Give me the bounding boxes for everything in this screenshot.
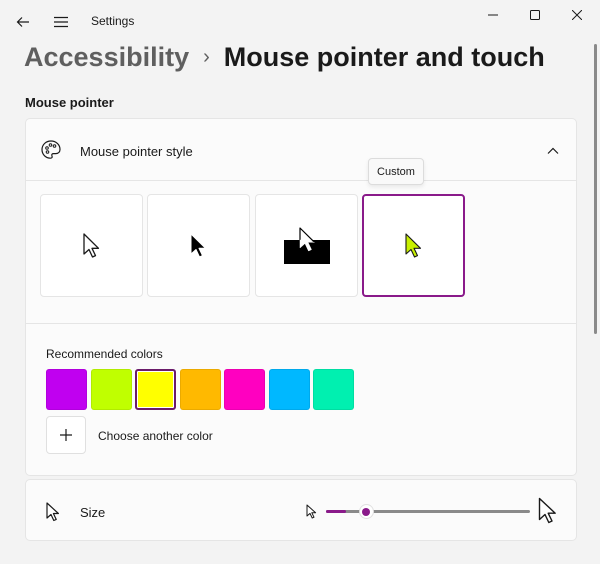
breadcrumb: Accessibility › Mouse pointer and touch [24, 42, 545, 73]
recommended-colors-label: Recommended colors [46, 347, 163, 361]
divider [26, 323, 576, 324]
white-pointer-icon [82, 232, 99, 258]
hamburger-icon [54, 16, 68, 28]
color-swatch[interactable] [313, 369, 354, 410]
color-swatch[interactable] [90, 369, 132, 410]
slider-fill [326, 510, 347, 513]
size-card: Size [25, 479, 577, 541]
breadcrumb-separator-icon: › [203, 46, 210, 68]
color-swatch[interactable] [46, 369, 87, 410]
small-pointer-icon [306, 504, 317, 519]
color-swatch[interactable] [268, 369, 310, 410]
scrollbar[interactable] [594, 44, 597, 334]
pointer-style-label: Mouse pointer style [80, 144, 193, 159]
inverted-pointer-icon [283, 226, 330, 264]
minimize-button[interactable] [470, 0, 516, 30]
pointer-style-black[interactable] [147, 194, 250, 297]
chevron-up-icon [547, 147, 559, 154]
slider-track [326, 510, 530, 513]
breadcrumb-parent-link[interactable]: Accessibility [24, 42, 189, 73]
close-button[interactable] [554, 0, 600, 30]
pointer-style-custom[interactable] [362, 194, 465, 297]
color-swatch[interactable] [135, 369, 176, 410]
back-button[interactable] [8, 6, 38, 38]
color-swatch[interactable] [179, 369, 221, 410]
close-icon [572, 10, 582, 20]
app-title: Settings [91, 14, 135, 28]
collapse-button[interactable] [543, 141, 563, 161]
menu-button[interactable] [46, 6, 76, 38]
color-swatch[interactable] [224, 369, 265, 410]
back-arrow-icon [16, 17, 29, 27]
tooltip-custom: Custom [368, 158, 424, 185]
minimize-icon [488, 14, 498, 16]
size-slider[interactable] [326, 501, 530, 521]
choose-color-label: Choose another color [98, 429, 213, 443]
maximize-button[interactable] [512, 0, 558, 30]
custom-pointer-icon [404, 232, 421, 258]
size-label: Size [80, 505, 106, 520]
section-title: Mouse pointer [25, 95, 114, 110]
pointer-style-white[interactable] [40, 194, 143, 297]
pointer-style-inverted[interactable] [255, 194, 358, 297]
page-title: Mouse pointer and touch [223, 42, 545, 72]
pointer-style-header[interactable]: Mouse pointer style [26, 119, 576, 181]
pointer-icon [46, 502, 59, 522]
maximize-icon [530, 10, 540, 20]
large-pointer-icon [538, 497, 556, 524]
title-bar: Settings [0, 0, 600, 40]
choose-color-button[interactable] [46, 416, 86, 454]
slider-thumb[interactable] [358, 504, 374, 519]
plus-icon [60, 429, 72, 441]
black-pointer-icon [190, 233, 206, 257]
palette-icon [41, 140, 61, 159]
pointer-style-card: Mouse pointer style [25, 118, 577, 476]
